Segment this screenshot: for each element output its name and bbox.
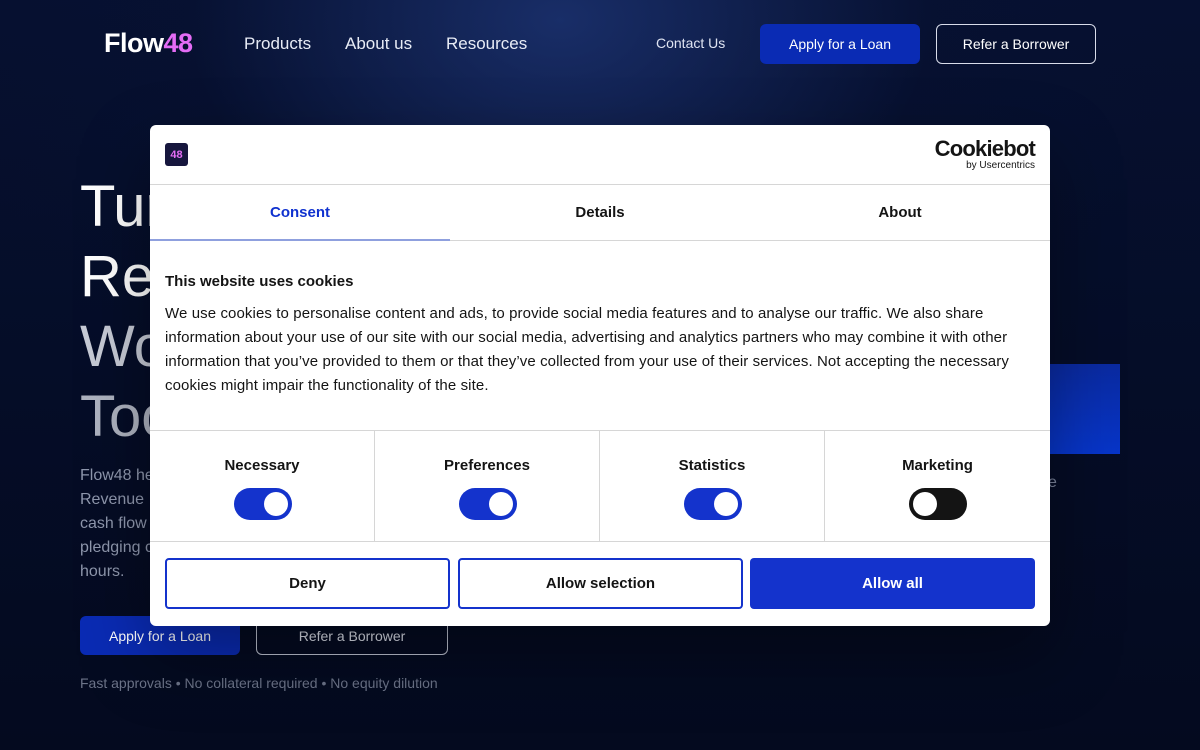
toggle-knob (913, 492, 937, 516)
cookie-consent-dialog: 48 Cookiebot by Usercentrics Consent Det… (150, 125, 1050, 626)
toggle-label-preferences: Preferences (444, 457, 530, 474)
toggle-group-necessary: Necessary (150, 431, 375, 541)
refer-borrower-button-header[interactable]: Refer a Borrower (936, 24, 1096, 64)
statistics-toggle[interactable] (684, 488, 742, 520)
tab-details[interactable]: Details (450, 185, 750, 240)
cookie-description: We use cookies to personalise content an… (165, 305, 1009, 394)
cookie-category-toggles: Necessary Preferences Statistics Marketi… (150, 430, 1050, 542)
toggle-label-statistics: Statistics (678, 457, 746, 474)
cookiebot-logo[interactable]: Cookiebot by Usercentrics (935, 138, 1036, 172)
contact-us-link[interactable]: Contact Us (656, 35, 725, 51)
tab-consent[interactable]: Consent (150, 185, 450, 241)
toggle-group-marketing: Marketing (825, 431, 1050, 541)
toggle-knob (714, 492, 738, 516)
deny-button[interactable]: Deny (165, 558, 450, 609)
toggle-label-necessary: Necessary (224, 457, 300, 474)
hero-benefits-text: Fast approvals • No collateral required … (80, 675, 438, 691)
toggle-group-preferences: Preferences (375, 431, 600, 541)
flow48-logo[interactable]: Flow48 (104, 28, 193, 59)
toggle-label-marketing: Marketing (902, 457, 973, 474)
necessary-toggle[interactable] (234, 488, 292, 520)
cookie-title: This website uses cookies (165, 273, 354, 290)
apply-loan-button-header[interactable]: Apply for a Loan (760, 24, 920, 64)
nav-resources[interactable]: Resources (446, 34, 527, 54)
site-header: Flow48 Products About us Resources Conta… (0, 0, 1200, 88)
toggle-group-statistics: Statistics (600, 431, 825, 541)
preferences-toggle[interactable] (459, 488, 517, 520)
tab-about[interactable]: About (750, 185, 1050, 240)
dialog-body: This website uses cookies We use cookies… (150, 241, 1050, 430)
nav-about-us[interactable]: About us (345, 34, 412, 54)
dialog-actions: Deny Allow selection Allow all (150, 542, 1050, 624)
flow48-small-logo: 48 (165, 143, 188, 166)
allow-all-button[interactable]: Allow all (750, 558, 1035, 609)
dialog-header: 48 Cookiebot by Usercentrics (150, 125, 1050, 185)
toggle-knob (264, 492, 288, 516)
dialog-tabs: Consent Details About (150, 185, 1050, 241)
marketing-toggle[interactable] (909, 488, 967, 520)
nav-products[interactable]: Products (244, 34, 311, 54)
allow-selection-button[interactable]: Allow selection (458, 558, 743, 609)
toggle-knob (489, 492, 513, 516)
